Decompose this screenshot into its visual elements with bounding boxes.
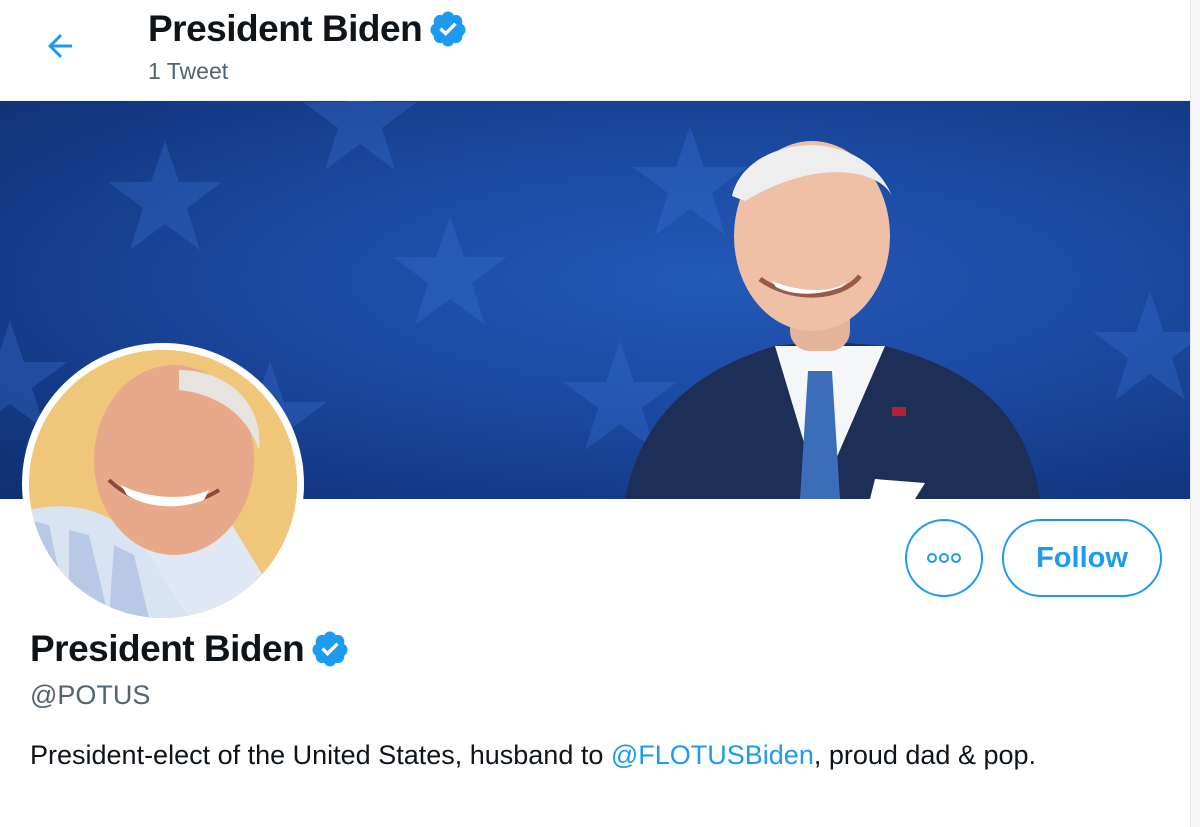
avatar-image bbox=[29, 350, 297, 618]
follow-button[interactable]: Follow bbox=[1002, 519, 1162, 597]
arrow-left-icon bbox=[48, 34, 72, 58]
header-title: President Biden bbox=[148, 8, 468, 50]
header-display-name: President Biden bbox=[148, 8, 423, 49]
bio-mention-link[interactable]: @FLOTUSBiden bbox=[611, 740, 814, 770]
profile-handle: @POTUS bbox=[30, 680, 151, 710]
verified-badge-icon bbox=[312, 631, 348, 667]
avatar-portrait bbox=[29, 350, 297, 618]
profile-name-row: President Biden bbox=[30, 628, 350, 670]
more-horizontal-icon bbox=[927, 553, 961, 563]
bio-text-end: , proud dad & pop. bbox=[813, 740, 1037, 770]
profile-bio: President-elect of the United States, hu… bbox=[30, 735, 1150, 775]
bio-text-start: President-elect of the United States, hu… bbox=[30, 740, 611, 770]
profile-page: President Biden 1 Tweet Follow President… bbox=[0, 0, 1200, 827]
profile-display-name: President Biden bbox=[30, 628, 305, 669]
more-options-button[interactable] bbox=[905, 519, 983, 597]
tweet-count: 1 Tweet bbox=[148, 58, 229, 84]
profile-avatar[interactable] bbox=[22, 343, 304, 625]
scrollbar[interactable] bbox=[1190, 0, 1200, 827]
verified-badge-icon bbox=[430, 11, 466, 47]
profile-header-bar: President Biden 1 Tweet bbox=[0, 0, 1190, 101]
back-button[interactable] bbox=[30, 20, 90, 72]
